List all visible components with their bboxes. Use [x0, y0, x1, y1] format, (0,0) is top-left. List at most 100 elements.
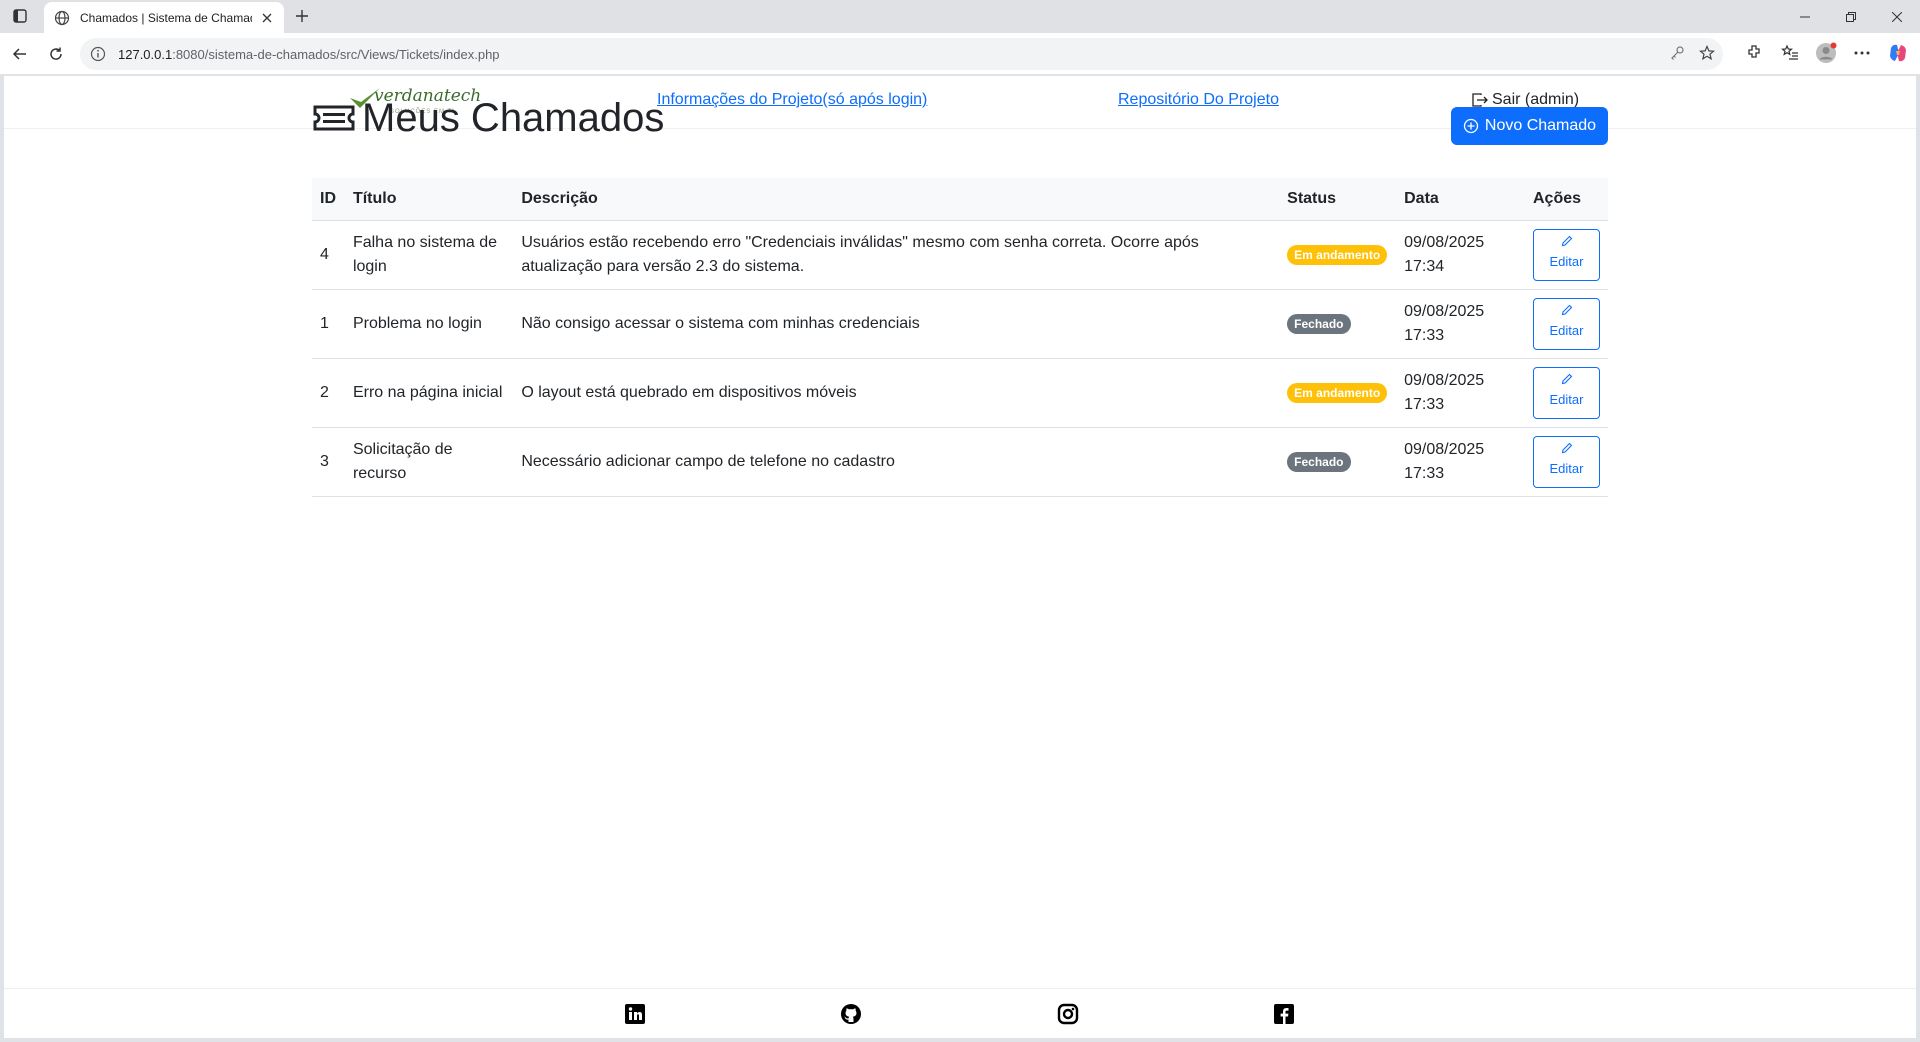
edit-label: Editar — [1549, 254, 1584, 269]
logout-icon — [1472, 93, 1488, 107]
favorite-star-icon[interactable] — [1698, 44, 1716, 66]
cell-status: Em andamento — [1279, 358, 1397, 428]
project-info-link[interactable]: Informações do Projeto(só após login) — [657, 91, 927, 109]
cell-date: 09/08/2025 17:33 — [1396, 289, 1525, 359]
edit-button[interactable]: Editar — [1533, 297, 1600, 350]
table-header-row: ID Título Descrição Status Data Ações — [312, 178, 1608, 221]
instagram-icon[interactable] — [1057, 1003, 1079, 1025]
cell-title: Problema no login — [344, 289, 514, 359]
page-heading: Meus Chamados — [312, 98, 664, 138]
cell-description: Usuários estão recebendo erro "Credencia… — [513, 220, 1280, 290]
pencil-icon — [1561, 442, 1572, 454]
header-date: Data — [1396, 178, 1525, 221]
browser-tab[interactable]: Chamados | Sistema de Chamados — [44, 2, 284, 33]
cell-date: 09/08/2025 17:33 — [1396, 427, 1525, 497]
cell-date: 09/08/2025 17:34 — [1396, 220, 1525, 290]
time-value: 17:33 — [1404, 464, 1445, 482]
table-row: 3 Solicitação de recurso Necessário adic… — [312, 427, 1608, 497]
edit-button[interactable]: Editar — [1533, 435, 1600, 488]
tickets-table: ID Título Descrição Status Data Ações 4 … — [312, 178, 1608, 497]
browser-tab-bar: Chamados | Sistema de Chamados — [0, 0, 1920, 33]
new-ticket-label: Novo Chamado — [1484, 117, 1597, 134]
pencil-icon — [1561, 304, 1572, 316]
cell-title: Erro na página inicial — [344, 358, 514, 428]
profile-avatar-icon[interactable] — [1814, 41, 1838, 65]
url-host: 127.0.0.1 — [118, 46, 173, 62]
close-icon[interactable] — [260, 11, 274, 25]
header-status: Status — [1279, 178, 1397, 221]
url-input[interactable]: 127.0.0.1:8080/sistema-de-chamados/src/V… — [80, 38, 1723, 70]
page-viewport: verdanatech SOLUÇÕES EM TI Informações d… — [4, 76, 1916, 1038]
cell-id: 4 — [312, 220, 345, 290]
pencil-icon — [1561, 235, 1572, 247]
extensions-icon[interactable] — [1742, 41, 1766, 65]
edit-button[interactable]: Editar — [1533, 366, 1600, 419]
cell-id: 3 — [312, 427, 345, 497]
close-window-icon[interactable] — [1874, 0, 1920, 33]
time-value: 17:33 — [1404, 395, 1445, 413]
header-title: Título — [344, 178, 514, 221]
header-description: Descrição — [513, 178, 1280, 221]
table-row: 1 Problema no login Não consigo acessar … — [312, 289, 1608, 359]
date-value: 09/08/2025 — [1404, 371, 1485, 389]
cell-actions: Editar — [1525, 220, 1608, 290]
repository-link[interactable]: Repositório Do Projeto — [1118, 91, 1279, 109]
table-row: 2 Erro na página inicial O layout está q… — [312, 358, 1608, 428]
edit-label: Editar — [1549, 323, 1584, 338]
cell-title: Falha no sistema de login — [344, 220, 514, 290]
status-badge: Em andamento — [1287, 382, 1388, 403]
table-row: 4 Falha no sistema de login Usuários est… — [312, 220, 1608, 290]
tab-title: Chamados | Sistema de Chamados — [80, 10, 252, 25]
github-icon[interactable] — [840, 1003, 862, 1025]
header-actions: Ações — [1525, 178, 1608, 221]
cell-id: 1 — [312, 289, 345, 359]
window-bottom-edge — [0, 1038, 1920, 1042]
edit-button[interactable]: Editar — [1533, 228, 1600, 281]
cell-id: 2 — [312, 358, 345, 428]
back-arrow-icon[interactable] — [9, 43, 31, 65]
address-bar: 127.0.0.1:8080/sistema-de-chamados/src/V… — [0, 33, 1920, 75]
status-badge: Em andamento — [1287, 244, 1388, 265]
status-badge: Fechado — [1287, 313, 1351, 334]
cell-status: Fechado — [1279, 289, 1397, 359]
cell-status: Fechado — [1279, 427, 1397, 497]
restore-icon[interactable] — [1828, 0, 1874, 33]
cell-status: Em andamento — [1279, 220, 1397, 290]
cell-description: O layout está quebrado em dispositivos m… — [513, 358, 1280, 428]
cell-title: Solicitação de recurso — [344, 427, 514, 497]
globe-icon — [54, 10, 70, 25]
cell-description: Não consigo acessar o sistema com minhas… — [513, 289, 1280, 359]
cell-actions: Editar — [1525, 358, 1608, 428]
navbar-divider — [4, 128, 1916, 129]
edit-label: Editar — [1549, 392, 1584, 407]
facebook-icon[interactable] — [1273, 1003, 1295, 1025]
site-info-icon[interactable] — [90, 46, 106, 62]
cell-actions: Editar — [1525, 289, 1608, 359]
plus-circle-icon — [1463, 118, 1479, 134]
copilot-icon[interactable] — [1886, 41, 1910, 65]
ticket-icon — [313, 105, 355, 131]
date-value: 09/08/2025 — [1404, 302, 1485, 320]
password-key-icon[interactable] — [1669, 45, 1685, 66]
new-tab-icon[interactable] — [292, 6, 312, 26]
cell-actions: Editar — [1525, 427, 1608, 497]
cell-description: Necessário adicionar campo de telefone n… — [513, 427, 1280, 497]
new-ticket-button[interactable]: Novo Chamado — [1451, 107, 1608, 145]
refresh-icon[interactable] — [45, 43, 67, 65]
date-value: 09/08/2025 — [1404, 440, 1485, 458]
page-title: Meus Chamados — [362, 96, 665, 140]
favorites-icon[interactable] — [1778, 41, 1802, 65]
more-options-icon[interactable] — [1850, 41, 1874, 65]
tab-actions-icon[interactable] — [12, 8, 28, 24]
url-path: :8080/sistema-de-chamados/src/Views/Tick… — [172, 46, 500, 62]
minimize-icon[interactable] — [1782, 0, 1828, 33]
footer — [4, 988, 1916, 1038]
linkedin-icon[interactable] — [624, 1003, 646, 1025]
cell-date: 09/08/2025 17:33 — [1396, 358, 1525, 428]
time-value: 17:33 — [1404, 326, 1445, 344]
pencil-icon — [1561, 373, 1572, 385]
date-value: 09/08/2025 — [1404, 233, 1485, 251]
status-badge: Fechado — [1287, 451, 1351, 472]
header-id: ID — [312, 178, 345, 221]
time-value: 17:34 — [1404, 257, 1445, 275]
